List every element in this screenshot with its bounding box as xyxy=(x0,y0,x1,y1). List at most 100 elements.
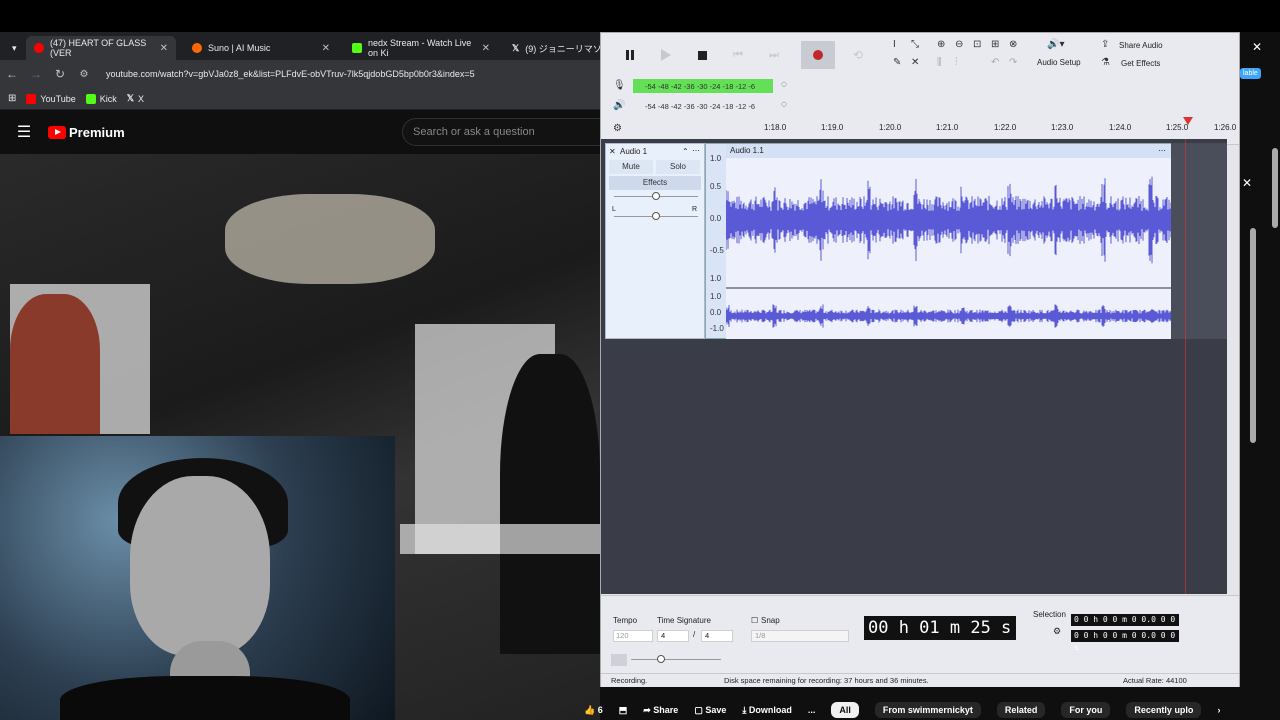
record-meter-knob-icon[interactable]: ◌ xyxy=(781,79,787,90)
bookmark-youtube[interactable]: YouTube xyxy=(26,93,76,104)
page-scrollbar[interactable] xyxy=(1250,228,1256,443)
selection-end[interactable]: 0 0 h 0 0 m 0 0.0 0 0 s xyxy=(1071,630,1179,652)
webcam-face xyxy=(130,476,270,656)
stop-button[interactable] xyxy=(685,41,719,69)
speed-slider[interactable] xyxy=(657,655,665,663)
record-button[interactable] xyxy=(801,41,835,69)
playback-meter-scale[interactable]: -54 -48 -42 -36 -30 -24 -18 -12 -6 xyxy=(645,99,755,113)
timeline-settings-icon[interactable]: ⚙ xyxy=(613,123,622,134)
waveform-panel[interactable]: 1.0 0.5 0.0 -0.5 1.0 1.0 0.0 -1.0 Audio … xyxy=(705,143,1172,339)
time-display[interactable]: 00 h 01 m 25 s xyxy=(864,616,1016,640)
search-input[interactable]: Search or ask a question xyxy=(402,118,612,146)
track-name[interactable]: Audio 1 xyxy=(620,147,647,156)
snap-select[interactable]: 1/8 xyxy=(751,630,849,642)
pan-slider[interactable] xyxy=(652,212,660,220)
youtube-logo[interactable]: Premium xyxy=(48,125,125,140)
tab-x[interactable]: 𝕏 (9) ジョニーリマソ | 遊節 xyxy=(504,36,600,60)
tracks-area[interactable]: ✕ Audio 1 ⌃ ⋯ Mute Solo Effects L R 1.0 … xyxy=(601,139,1227,594)
silence-icon[interactable]: ⫶ xyxy=(955,57,958,68)
play-button[interactable] xyxy=(649,41,683,69)
track-menu-icon[interactable]: ⋯ xyxy=(692,146,700,155)
clip-header[interactable]: Audio 1.1 ⋯ xyxy=(726,144,1172,158)
tempo-input[interactable]: 120 xyxy=(613,630,653,642)
timeline-ruler[interactable]: ⚙ 1:18.0 1:19.0 1:20.0 1:21.0 1:22.0 1:2… xyxy=(601,120,1239,140)
window-close-icon[interactable]: ✕ xyxy=(1252,40,1262,54)
fit-project-icon[interactable]: ⊞ xyxy=(991,39,999,50)
envelope-tool-icon[interactable]: ⤡ xyxy=(911,39,919,50)
more-actions-button[interactable]: ... xyxy=(808,705,816,715)
menu-icon[interactable]: ☰ xyxy=(0,122,48,142)
share-audio-icon[interactable]: ⇪ xyxy=(1101,39,1109,50)
youtube-header: ☰ Premium Search or ask a question xyxy=(0,110,612,154)
tab-youtube[interactable]: (47) HEART OF GLASS (VER ✕ xyxy=(26,36,176,60)
chip-related[interactable]: Related xyxy=(996,702,1046,718)
clip-menu-icon[interactable]: ⋯ xyxy=(1158,144,1166,158)
time-signature-denominator[interactable]: 4 xyxy=(701,630,733,642)
empty-track-area[interactable] xyxy=(1171,143,1227,339)
skip-end-button[interactable]: ⏭ xyxy=(757,41,791,69)
selection-tool-icon[interactable]: I xyxy=(893,39,896,50)
forward-icon[interactable]: → xyxy=(24,67,48,81)
speaker-icon[interactable]: 🔊▾ xyxy=(1047,39,1064,50)
pause-button[interactable] xyxy=(613,41,647,69)
close-tab-icon[interactable]: ✕ xyxy=(482,43,490,54)
gain-slider[interactable] xyxy=(652,192,660,200)
share-button[interactable]: ➦ Share xyxy=(643,705,678,716)
playback-meter-knob-icon[interactable]: ◌ xyxy=(781,99,787,110)
chip-from-channel[interactable]: From swimmernickyt xyxy=(874,702,981,718)
skip-start-button[interactable]: ⏮ xyxy=(721,41,755,69)
like-button[interactable]: 👍 6 xyxy=(584,705,603,716)
share-audio-button[interactable]: Share Audio xyxy=(1119,41,1163,50)
clip-waveform[interactable] xyxy=(725,158,1172,339)
get-effects-button[interactable]: Get Effects xyxy=(1121,59,1160,68)
dislike-icon[interactable]: ⬒ xyxy=(619,705,628,716)
skip-start-icon: ⏮ xyxy=(733,48,743,61)
tab-suno[interactable]: Suno | AI Music ✕ xyxy=(184,36,338,60)
download-button[interactable]: ⤓ Download xyxy=(742,705,791,716)
play-at-speed-icon[interactable] xyxy=(611,654,627,666)
site-info-icon[interactable]: ⚙ xyxy=(72,69,96,80)
sidebar-scrollbar[interactable] xyxy=(1272,148,1278,228)
playhead-marker[interactable] xyxy=(1183,117,1193,125)
snap-checkbox[interactable]: ☐ xyxy=(751,616,758,625)
save-button[interactable]: ▢ Save xyxy=(694,705,726,716)
audio-setup-button[interactable]: Audio Setup xyxy=(1037,58,1081,67)
apps-grid-icon[interactable]: ⊞ xyxy=(8,93,16,104)
loop-button[interactable]: ⟲ xyxy=(841,41,875,69)
chip-recently-uploaded[interactable]: Recently uplo xyxy=(1126,702,1202,718)
close-tab-icon[interactable]: ✕ xyxy=(322,43,330,54)
undo-icon[interactable]: ↶ xyxy=(991,57,999,68)
trim-icon[interactable]: ⫼ xyxy=(937,57,942,68)
url-field[interactable]: youtube.com/watch?v=gbVJa0z8_ek&list=PLF… xyxy=(106,69,475,79)
bookmark-kick[interactable]: Kick xyxy=(85,93,117,104)
record-meter-scale[interactable]: -54 -48 -42 -36 -30 -24 -18 -12 -6 xyxy=(645,79,755,93)
close-icon[interactable]: ✕ xyxy=(1242,176,1252,190)
redo-icon[interactable]: ↷ xyxy=(1009,57,1017,68)
selection-settings-icon[interactable]: ⚙ xyxy=(1053,626,1061,637)
multi-tool-icon[interactable]: ✕ xyxy=(911,57,919,68)
track-collapse-icon[interactable]: ⌃ xyxy=(682,147,689,156)
time-signature-numerator[interactable]: 4 xyxy=(657,630,689,642)
track-close-icon[interactable]: ✕ xyxy=(609,147,616,156)
reload-icon[interactable]: ↻ xyxy=(48,67,72,81)
get-effects-icon[interactable]: ⚗ xyxy=(1101,57,1110,68)
tab-kick[interactable]: nedx Stream - Watch Live on Ki ✕ xyxy=(344,36,498,60)
solo-button[interactable]: Solo xyxy=(656,160,700,174)
chip-for-you[interactable]: For you xyxy=(1061,702,1111,718)
mute-button[interactable]: Mute xyxy=(609,160,653,174)
chip-all[interactable]: All xyxy=(831,702,859,718)
zoom-in-icon[interactable]: ⊕ xyxy=(937,39,945,50)
zoom-toggle-icon[interactable]: ⊗ xyxy=(1009,39,1017,50)
chips-next-icon[interactable]: › xyxy=(1217,705,1220,715)
ruler-tick: 1:26.0 xyxy=(1214,123,1237,132)
tab-search-menu[interactable]: ▾ xyxy=(4,36,24,60)
selection-start[interactable]: 0 0 h 0 0 m 0 0.0 0 0 s xyxy=(1071,614,1179,636)
effects-button[interactable]: Effects xyxy=(609,176,701,190)
zoom-out-icon[interactable]: ⊖ xyxy=(955,39,963,50)
audacity-bottom-toolbar: Tempo 120 Time Signature 4 / 4 ☐ Snap 1/… xyxy=(601,595,1239,673)
draw-tool-icon[interactable]: ✎ xyxy=(893,57,901,68)
back-icon[interactable]: ← xyxy=(0,67,24,81)
bookmark-x[interactable]: 𝕏 X xyxy=(127,93,144,104)
fit-selection-icon[interactable]: ⊡ xyxy=(973,39,981,50)
close-tab-icon[interactable]: ✕ xyxy=(160,43,168,54)
